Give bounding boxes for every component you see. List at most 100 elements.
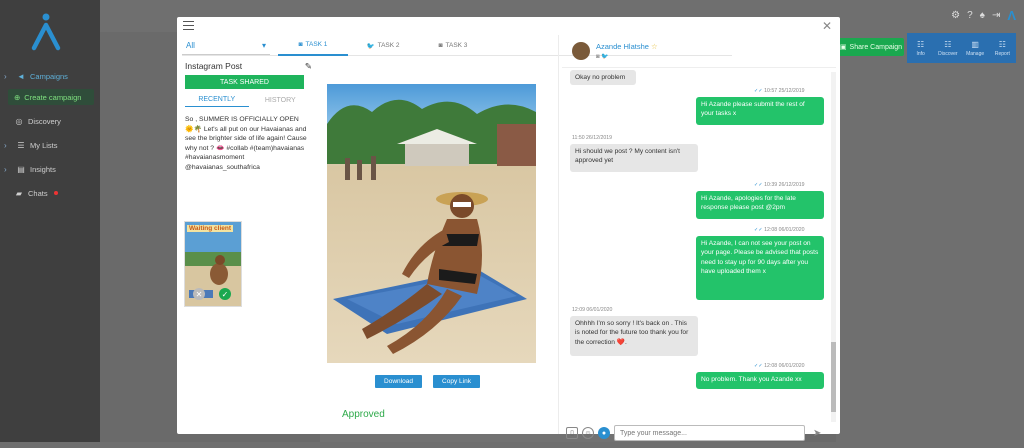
read-receipt-icon: ✓✓ — [754, 88, 763, 94]
message-input[interactable] — [614, 425, 805, 441]
read-receipt-icon: ✓✓ — [754, 363, 763, 369]
approve-icon[interactable]: ✓ — [219, 288, 231, 300]
brand-mark-icon: Λ — [1007, 8, 1016, 23]
tab-task-1[interactable]: ◙ TASK 1 — [278, 36, 348, 56]
contact-name-text: Azande Hlatshe — [596, 42, 649, 51]
sidebar-item-insights[interactable]: › ▤ Insights — [0, 157, 100, 181]
instagram-icon[interactable]: ◙ — [596, 54, 600, 60]
chat-scroll-thumb[interactable] — [831, 342, 836, 412]
emoji-icon[interactable]: ☺ — [582, 427, 594, 439]
chat-contact-name[interactable]: Azande Hlatshe ☆ — [596, 42, 658, 51]
discover-action[interactable]: ☷ Discover — [934, 33, 961, 63]
message-timestamp: ✓✓ 12:08 06/01/2020 — [754, 363, 805, 369]
message-timestamp: ✓✓ 10:57 25/12/2019 — [754, 88, 805, 94]
manage-icon: ▥ — [971, 39, 979, 49]
timestamp-text: 10:39 26/12/2019 — [764, 182, 805, 188]
task-shared-badge[interactable]: TASK SHARED — [185, 75, 304, 89]
tab-label: TASK 2 — [377, 42, 400, 49]
sidebar-item-label: Chats — [28, 188, 48, 198]
microphone-icon[interactable]: ● — [598, 427, 610, 439]
sidebar-item-create-campaign[interactable]: ⊕ Create campaign — [8, 89, 94, 105]
task-filter-select[interactable]: All ▾ — [182, 37, 270, 55]
star-icon[interactable]: ☆ — [651, 42, 658, 51]
tab-task-3[interactable]: ◙ TASK 3 — [418, 36, 488, 56]
info-action[interactable]: ☷ Info — [907, 33, 934, 63]
chat-header: Azande Hlatshe ☆ ◙ 🐦 — [562, 36, 836, 68]
message-timestamp: 11:50 26/12/2019 — [572, 135, 612, 141]
share-icon: ▣ — [839, 44, 847, 51]
sidebar-item-label: My Lists — [30, 140, 58, 150]
action-label: Manage — [966, 50, 985, 57]
sidebar-item-campaigns[interactable]: › ◄ Campaigns — [0, 64, 100, 88]
approval-status: Approved — [342, 409, 385, 420]
sidebar-item-label: Campaigns — [30, 71, 68, 81]
modal-toolbar: ✕ — [177, 17, 840, 35]
caret-down-icon: ▾ — [261, 40, 266, 50]
message-bubble-out: No problem. Thank you Azande xx — [696, 372, 824, 389]
beach-photo — [327, 84, 536, 363]
timestamp-text: 12:08 06/01/2020 — [764, 363, 805, 369]
chevron-right-icon: › — [4, 164, 7, 174]
logout-icon[interactable]: ⇥ — [992, 10, 1000, 21]
chat-panel: Azande Hlatshe ☆ ◙ 🐦 Okay no problem ✓✓ … — [562, 36, 836, 441]
top-icons: ⚙ ? ♠ ⇥ Λ — [951, 8, 1016, 23]
tab-label: TASK 1 — [305, 41, 328, 48]
download-button[interactable]: Download — [375, 375, 422, 388]
message-bubble-in: Okay no problem — [570, 70, 636, 86]
draft-thumbnail[interactable]: Waiting client ✕ ✓ — [184, 221, 242, 307]
tab-label: TASK 3 — [445, 42, 468, 49]
gear-icon[interactable]: ⚙ — [951, 10, 960, 21]
tab-task-2[interactable]: 🐦 TASK 2 — [348, 36, 418, 56]
post-subtabs: RECENTLY HISTORY — [185, 93, 312, 107]
help-icon[interactable]: ? — [967, 10, 973, 21]
timestamp-text: 10:57 25/12/2019 — [764, 88, 805, 94]
list-icon: ☰ — [17, 140, 25, 150]
action-label: Report — [994, 50, 1010, 57]
chat-contact: Azande Hlatshe ☆ ◙ 🐦 — [590, 42, 658, 60]
share-campaign-button[interactable]: ▣ Share Campaign — [838, 38, 904, 56]
sidebar-item-label: Create campaign — [24, 92, 82, 102]
sidebar-item-discovery[interactable]: ◎ Discovery — [0, 109, 100, 133]
instagram-icon: ◙ — [438, 42, 443, 49]
post-title-row: Instagram Post ✎ — [185, 60, 312, 72]
attachment-icon[interactable]: ▯ — [566, 427, 578, 439]
sidebar: › ◄ Campaigns ⊕ Create campaign ◎ Discov… — [0, 0, 100, 442]
sidebar-item-chats[interactable]: ▰ Chats — [0, 181, 100, 205]
message-timestamp: ✓✓ 12:08 06/01/2020 — [754, 227, 805, 233]
chevron-right-icon: › — [4, 140, 7, 150]
copy-link-button[interactable]: Copy Link — [433, 375, 480, 388]
report-action[interactable]: ☷ Report — [989, 33, 1016, 63]
menu-icon[interactable] — [183, 21, 194, 30]
close-icon[interactable]: ✕ — [822, 19, 832, 33]
tab-history[interactable]: HISTORY — [249, 93, 313, 107]
bell-icon[interactable]: ♠ — [980, 10, 985, 21]
message-bubble-out: Hi Azande, apologies for the late respon… — [696, 191, 824, 219]
message-bubble-in: Hi should we post ? My content isn't app… — [570, 144, 698, 172]
message-bubble-out: Hi Azande, I can not see your post on yo… — [696, 236, 824, 300]
filter-value: All — [186, 40, 195, 50]
sidebar-item-label: Insights — [30, 164, 56, 174]
message-timestamp: ✓✓ 10:39 26/12/2019 — [754, 182, 805, 188]
timestamp-text: 12:08 06/01/2020 — [764, 227, 805, 233]
edit-pencil-icon[interactable]: ✎ — [305, 61, 312, 72]
manage-action[interactable]: ▥ Manage — [962, 33, 989, 63]
task-review-modal: ✕ All ▾ ◙ TASK 1 🐦 TASK 2 ◙ TASK 3 Instagra… — [177, 17, 840, 441]
thumbnail-status-label: Waiting client — [187, 225, 234, 232]
tab-recently[interactable]: RECENTLY — [185, 93, 249, 107]
report-icon: ☷ — [998, 39, 1006, 49]
twitter-icon[interactable]: 🐦 — [601, 54, 608, 60]
compass-icon: ◎ — [15, 116, 23, 126]
send-icon[interactable]: ➤ — [813, 428, 821, 439]
instagram-icon: ◙ — [298, 41, 303, 48]
sidebar-item-my-lists[interactable]: › ☰ My Lists — [0, 133, 100, 157]
reject-icon[interactable]: ✕ — [193, 288, 205, 300]
share-campaign-label: Share Campaign — [849, 43, 903, 51]
message-bubble-out: Hi Azande please submit the rest of your… — [696, 97, 824, 125]
campaign-actions: ☷ Info ☷ Discover ▥ Manage ☷ Report — [907, 33, 1016, 63]
message-list: Okay no problem ✓✓ 10:57 25/12/2019 Hi A… — [562, 70, 824, 420]
info-icon: ☷ — [917, 39, 925, 49]
avatar[interactable] — [572, 42, 590, 60]
read-receipt-icon: ✓✓ — [754, 182, 763, 188]
post-image — [327, 84, 536, 363]
task-tabs: ◙ TASK 1 🐦 TASK 2 ◙ TASK 3 — [278, 36, 488, 56]
